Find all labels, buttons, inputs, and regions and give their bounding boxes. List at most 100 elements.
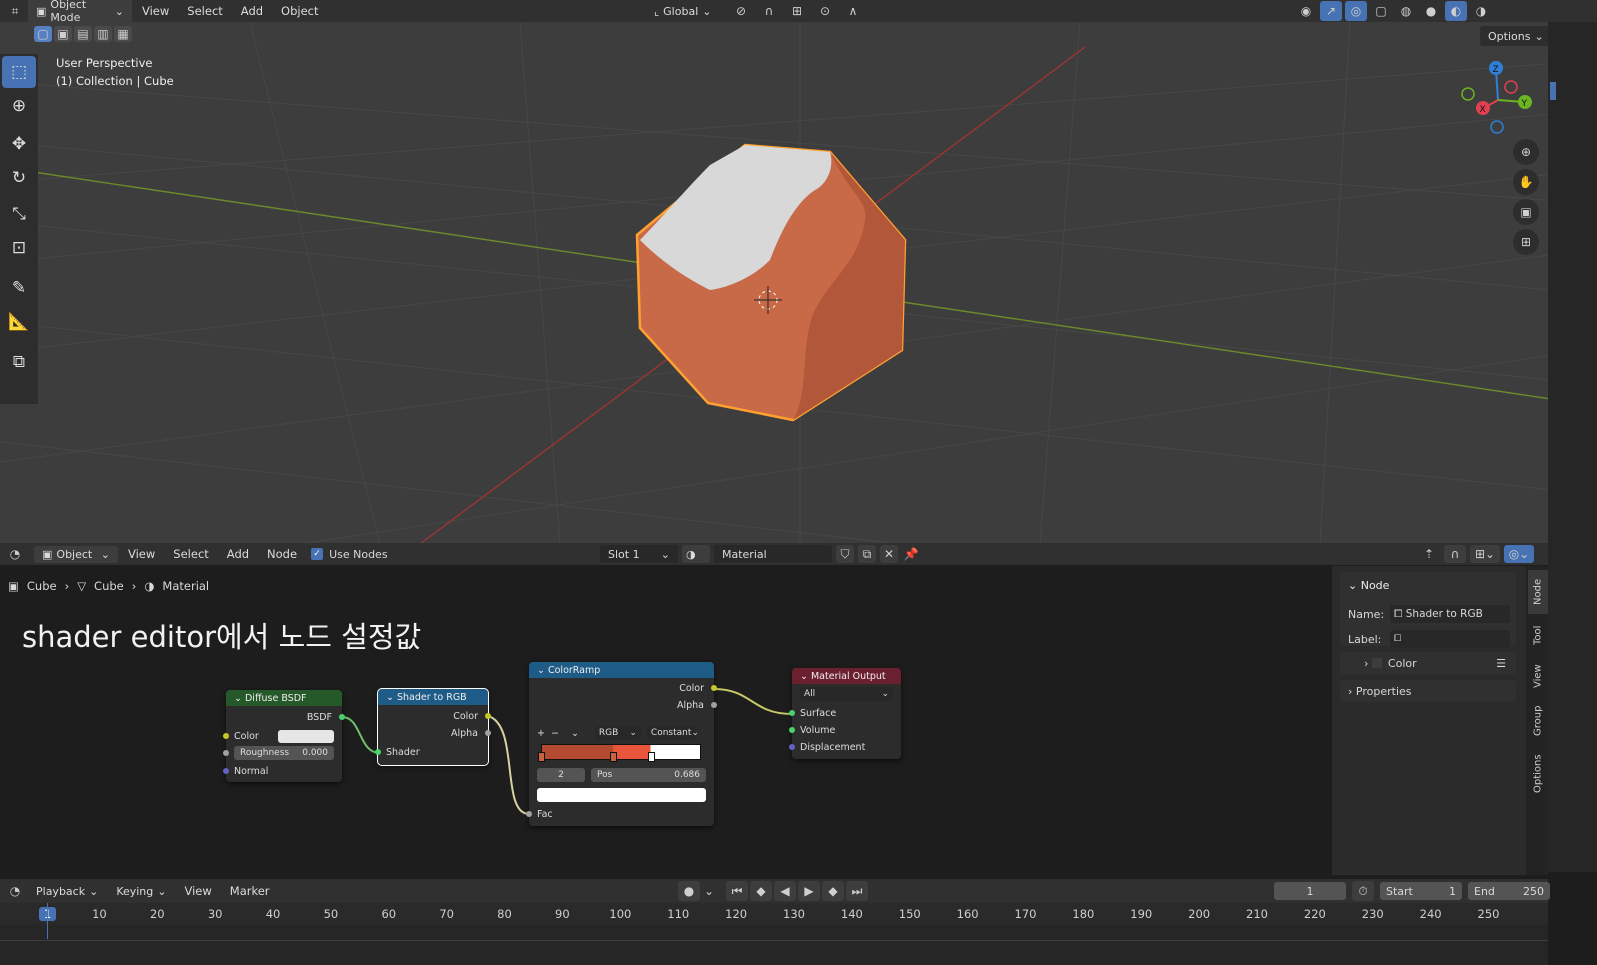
end-frame-field[interactable]: End 250 [1468, 882, 1550, 900]
proportional-edit-icon[interactable]: ⊙ [814, 1, 836, 21]
timeline-editor-icon[interactable]: ◔ [4, 881, 26, 901]
ramp-stop-handle[interactable] [610, 752, 617, 762]
fake-user-icon[interactable]: ⛉ [836, 545, 854, 563]
color-swatch[interactable] [278, 729, 334, 743]
menu-node[interactable]: Node [259, 547, 305, 561]
measure-icon[interactable]: 📐 [2, 306, 36, 338]
menu-add[interactable]: Add [219, 547, 257, 561]
tab-tool[interactable]: Tool [1528, 616, 1548, 654]
properties-section[interactable]: › Properties [1340, 680, 1516, 702]
volume-input-socket[interactable] [789, 727, 795, 733]
material-browse-button[interactable]: ◑ [682, 545, 710, 563]
node-label-field[interactable]: ⧠ [1390, 630, 1510, 648]
color-subpanel[interactable]: › Color ☰ [1340, 652, 1516, 674]
color-ramp-node[interactable]: ⌄ ColorRamp Color Alpha + − ⌄ RGB ⌄ Const… [526, 662, 717, 826]
transform-icon[interactable]: ⊡ [2, 232, 36, 264]
list-icon[interactable]: ☰ [1496, 657, 1506, 670]
surface-input-socket[interactable] [789, 710, 795, 716]
color-checkbox[interactable] [1371, 658, 1382, 668]
keying-menu[interactable]: Keying ⌄ [108, 883, 174, 900]
add-cube-icon[interactable]: ⧉ [2, 346, 36, 378]
select-subtract-icon[interactable]: ▤ [74, 26, 92, 42]
menu-view[interactable]: View [120, 547, 163, 561]
snap-icon[interactable]: ∩ [758, 1, 780, 21]
bsdf-output-socket[interactable] [339, 714, 345, 720]
solid-shading-icon[interactable]: ● [1420, 1, 1442, 21]
normal-input-socket[interactable] [223, 768, 229, 774]
stop-color-swatch[interactable] [537, 788, 706, 802]
unlink-close-icon[interactable]: ✕ [880, 545, 898, 563]
add-stop-icon[interactable]: + [537, 728, 545, 739]
cursor-icon[interactable]: ⊕ [2, 90, 36, 122]
chevron-down-icon[interactable]: ⌄ [702, 881, 716, 901]
start-frame-field[interactable]: Start 1 [1380, 882, 1462, 900]
alpha-output-socket[interactable] [711, 702, 717, 708]
chevron-down-icon[interactable]: ⌄ [571, 728, 579, 739]
annotate-icon[interactable]: ✎ [2, 272, 36, 304]
menu-select[interactable]: Select [165, 547, 216, 561]
playback-menu[interactable]: Playback ⌄ [28, 883, 106, 900]
menu-view[interactable]: View [134, 4, 177, 18]
falloff-icon[interactable]: ∧ [842, 1, 864, 21]
play-reverse-icon[interactable]: ◀ [774, 881, 796, 901]
jump-end-icon[interactable]: ⏭ [846, 881, 868, 901]
material-output-header[interactable]: ⌄ Material Output [792, 668, 901, 684]
timeline-body[interactable] [0, 925, 1548, 965]
stop-position-field[interactable]: Pos 0.686 [591, 768, 706, 782]
displacement-input-socket[interactable] [789, 744, 795, 750]
shader-to-rgb-node[interactable]: ⌄ Shader to RGB Color Alpha Shader [375, 688, 491, 766]
color-mode-dropdown[interactable]: RGB ⌄ [594, 726, 641, 740]
orientation-dropdown[interactable]: ⌞ Global ⌄ [646, 3, 724, 20]
parent-node-tree-icon[interactable]: ⇡ [1418, 545, 1440, 563]
color-output-socket[interactable] [485, 713, 491, 719]
move-icon[interactable]: ✥ [2, 128, 36, 160]
select-invert-icon[interactable]: ▥ [94, 26, 112, 42]
menu-object[interactable]: Object [273, 4, 326, 18]
diffuse-node-header[interactable]: ⌄ Diffuse BSDF [226, 690, 342, 706]
overlay-icon[interactable]: ◎ [1345, 1, 1367, 21]
menu-view[interactable]: View [176, 884, 219, 898]
render-shading-icon[interactable]: ◑ [1470, 1, 1492, 21]
record-icon[interactable]: ● [678, 881, 700, 901]
shader-input-socket[interactable] [375, 749, 381, 755]
color-input-socket[interactable] [223, 733, 229, 739]
stop-index-field[interactable]: 2 [537, 768, 585, 782]
wireframe-shading-icon[interactable]: ◍ [1395, 1, 1417, 21]
ramp-stop-handle[interactable] [647, 752, 655, 762]
prev-keyframe-icon[interactable]: ◆ [750, 881, 772, 901]
menu-marker[interactable]: Marker [222, 884, 278, 898]
node-name-field[interactable]: ⧠ Shader to RGB [1390, 605, 1510, 623]
perspective-grid-icon[interactable]: ⊞ [1513, 229, 1539, 255]
fac-input-socket[interactable] [526, 811, 532, 817]
remove-stop-icon[interactable]: − [551, 728, 559, 739]
visibility-icon[interactable]: ◉ [1295, 1, 1317, 21]
play-icon[interactable]: ▶ [798, 881, 820, 901]
options-dropdown[interactable]: Options ⌄ [1480, 26, 1552, 46]
rotate-icon[interactable]: ↻ [2, 162, 36, 194]
select-new-icon[interactable]: ▢ [34, 26, 52, 42]
material-name-field[interactable]: Material [714, 545, 832, 563]
xray-icon[interactable]: ▢ [1370, 1, 1392, 21]
shader-type-dropdown[interactable]: ▣ Object ⌄ [34, 545, 118, 563]
slot-dropdown[interactable]: Slot 1 ⌄ [600, 545, 678, 563]
tab-view[interactable]: View [1528, 656, 1548, 696]
snap-icon[interactable]: ∩ [1444, 545, 1466, 563]
pivot-icon[interactable]: ⊘ [730, 1, 752, 21]
next-keyframe-icon[interactable]: ◆ [822, 881, 844, 901]
material-output-node[interactable]: ⌄ Material Output All ⌄ Surface Volume Di… [789, 668, 901, 759]
select-extend-icon[interactable]: ▣ [54, 26, 72, 42]
menu-add[interactable]: Add [233, 4, 271, 18]
zoom-icon[interactable]: ⊕ [1513, 139, 1539, 165]
scale-icon[interactable]: ⤡ [2, 198, 36, 230]
target-dropdown[interactable]: All ⌄ [800, 687, 893, 701]
menu-select[interactable]: Select [179, 4, 230, 18]
shader-to-rgb-header[interactable]: ⌄ Shader to RGB [378, 689, 488, 705]
editor-type-icon[interactable]: ⌗ [4, 1, 26, 21]
color-ramp-header[interactable]: ⌄ ColorRamp [529, 662, 714, 678]
select-intersect-icon[interactable]: ▦ [114, 26, 132, 42]
use-nodes-checkbox[interactable]: ✓ [311, 548, 324, 560]
tab-options[interactable]: Options [1528, 746, 1548, 802]
gizmo-icon[interactable]: ↗ [1320, 1, 1342, 21]
navigation-gizmo[interactable]: Z Y X [1458, 60, 1538, 140]
current-frame-field[interactable]: 1 [1274, 882, 1346, 900]
